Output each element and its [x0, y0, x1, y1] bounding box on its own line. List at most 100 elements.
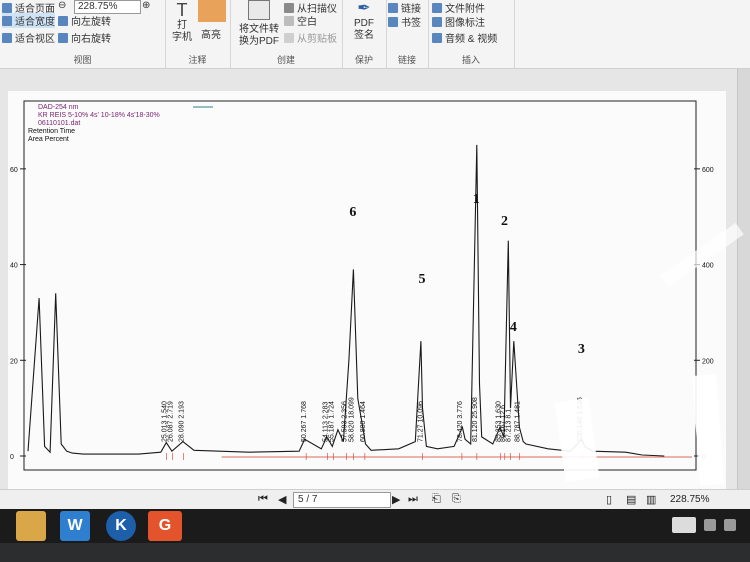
view-group-label: 视图 — [73, 55, 92, 65]
bookmark-icon — [388, 17, 398, 27]
peak-label-14: 87.213 8.1 — [506, 409, 513, 442]
handwritten-mark-0: 6 — [349, 205, 356, 220]
single-page-icon[interactable]: ▯ — [606, 493, 612, 506]
protect-group: ✒ PDF 签名 保护 — [342, 0, 387, 68]
blank-page-icon — [284, 16, 294, 26]
header-line-1: KR REIS 5-10% 4s' 10-18% 4s'18-30% — [38, 112, 160, 119]
peak-label-5: 55.187 1.724 — [328, 401, 335, 442]
fit-view-icon — [2, 33, 12, 43]
fit-width-button[interactable]: 适合宽度 — [2, 13, 55, 28]
peak-label-9: 71.27 10.096 — [417, 401, 424, 442]
peak-label-3: 50.267 1.768 — [301, 401, 308, 442]
handwritten-mark-5: 3 — [578, 342, 585, 357]
status-bar: ⏮ ◀ 5 / 7 ▶ ⏭ ⎗ ⎘ ▯ ▤ ▥ 228.75% — [0, 489, 750, 510]
ribbon-toolbar: 适合页面 适合宽度 适合视区 ⊖ 228.75% ⊕ 向左旋转 向右旋转 视图 … — [0, 0, 750, 69]
left-tick-label-3: 60 — [10, 167, 18, 174]
zoom-field[interactable]: 228.75% — [74, 0, 141, 14]
viewer-window: 适合页面 适合宽度 适合视区 ⊖ 228.75% ⊕ 向左旋转 向右旋转 视图 … — [0, 0, 750, 520]
word-app-icon[interactable]: W — [60, 511, 90, 541]
left-tick-label-1: 20 — [10, 358, 18, 365]
highlight-icon[interactable] — [198, 0, 226, 22]
links-group-label: 链接 — [397, 55, 416, 65]
scanner-icon — [284, 3, 294, 13]
from-clipboard-button[interactable]: 从剪贴板 — [284, 30, 337, 45]
vertical-scrollbar[interactable] — [737, 69, 750, 489]
continuous-page-icon[interactable]: ▤ — [626, 493, 636, 506]
convert-icon — [248, 0, 270, 20]
volume-icon[interactable] — [724, 519, 736, 531]
insert-group-label: 插入 — [461, 55, 480, 65]
next-page-icon[interactable]: ▶ — [392, 493, 400, 506]
link-button[interactable]: 链接 — [388, 0, 421, 15]
header-line-2: 06110101.dat — [38, 120, 80, 127]
keyboard-icon[interactable] — [672, 517, 696, 533]
next-view-icon[interactable]: ⎘ — [452, 493, 461, 506]
typewriter-icon: T — [176, 0, 188, 20]
taskbar: W K G — [0, 509, 750, 543]
convert-to-pdf-button[interactable]: 将文件转 换为PDF — [234, 0, 284, 48]
view-group: 适合页面 适合宽度 适合视区 ⊖ 228.75% ⊕ 向左旋转 向右旋转 视图 — [0, 0, 166, 68]
right-tick-label-3: 600 — [702, 167, 714, 174]
fit-view-button[interactable]: 适合视区 — [2, 30, 55, 45]
highlight-label: 高亮 — [201, 30, 221, 41]
peak-label-2: 28.090 2.193 — [178, 401, 185, 442]
network-icon[interactable] — [704, 519, 716, 531]
zoom-percent[interactable]: 228.75% — [670, 494, 709, 505]
rotate-right-icon — [58, 33, 68, 43]
signature-pen-icon: ✒ — [357, 0, 371, 17]
audio-video-button[interactable]: 音频 & 视频 — [432, 30, 497, 45]
last-page-icon[interactable]: ⏭ — [408, 493, 418, 506]
previous-page-icon[interactable]: ◀ — [278, 493, 286, 506]
rotate-left-icon — [58, 16, 68, 26]
header-line-3: Retention Time — [28, 128, 75, 135]
image-annotation-button[interactable]: 图像标注 — [432, 14, 485, 29]
k-app-icon[interactable]: K — [106, 511, 136, 541]
annotate-group-label: 注释 — [188, 55, 207, 65]
peak-label-11: 81.120 25.908 — [472, 397, 479, 442]
link-icon — [388, 3, 398, 13]
protect-group-label: 保护 — [354, 55, 373, 65]
page-icon — [2, 3, 12, 13]
create-group-label: 创建 — [276, 55, 295, 65]
handwritten-mark-2: 1 — [473, 192, 480, 207]
zoom-out-icon[interactable]: ⊖ — [58, 0, 66, 11]
create-group: 将文件转 换为PDF 从扫描仪 空白 从剪贴板 创建 — [230, 0, 343, 68]
pdf-page: DAD-254 nm KR REIS 5-10% 4s' 10-18% 4s'18… — [8, 91, 726, 501]
insert-group: 文件附件 图像标注 音频 & 视频 插入 — [428, 0, 515, 68]
file-attachment-button[interactable]: 文件附件 — [432, 0, 485, 15]
blank-page-button[interactable]: 空白 — [284, 13, 317, 28]
image-icon — [432, 17, 442, 27]
zoom-in-icon[interactable]: ⊕ — [142, 0, 150, 11]
header-line-4: Area Percent — [28, 136, 69, 143]
right-tick-label-1: 200 — [702, 358, 714, 365]
rotate-right-button[interactable]: 向右旋转 — [58, 30, 111, 45]
file-explorer-icon[interactable] — [16, 511, 46, 541]
peak-label-8: 60.880 1.464 — [360, 401, 367, 442]
paperclip-icon — [432, 3, 442, 13]
left-tick-label-0: 0 — [10, 454, 14, 461]
first-page-icon[interactable]: ⏮ — [258, 493, 268, 506]
handwritten-mark-1: 5 — [419, 272, 426, 287]
pdf-sign-button[interactable]: ✒ PDF 签名 — [346, 0, 382, 42]
width-icon — [2, 16, 12, 26]
peak-label-10: 78.420 3.776 — [457, 401, 464, 442]
peak-label-1: 26.087 2.719 — [167, 401, 174, 442]
rotate-left-button[interactable]: 向左旋转 — [58, 13, 111, 28]
peak-label-7: 58.820 18.099 — [348, 397, 355, 442]
previous-view-icon[interactable]: ⎗ — [432, 493, 441, 506]
film-icon — [432, 33, 442, 43]
chromatogram-chart: DAD-254 nmKR REIS 5-10% 4s' 10-18% 4s'18… — [10, 100, 714, 471]
handwritten-mark-4: 4 — [510, 320, 517, 335]
bookmark-button[interactable]: 书签 — [388, 14, 421, 29]
left-tick-label-2: 40 — [10, 263, 18, 270]
two-page-icon[interactable]: ▥ — [646, 493, 656, 506]
right-tick-label-2: 400 — [702, 263, 714, 270]
pdf-app-icon[interactable]: G — [148, 511, 182, 541]
links-group: 链接 书签 链接 — [386, 0, 429, 68]
page-number-field[interactable]: 5 / 7 — [293, 492, 391, 508]
clipboard-icon — [284, 33, 294, 43]
handwritten-mark-3: 2 — [501, 214, 508, 229]
document-area: DAD-254 nm KR REIS 5-10% 4s' 10-18% 4s'18… — [0, 69, 738, 501]
header-line-0: DAD-254 nm — [38, 104, 79, 111]
typewriter-button[interactable]: T 打 字机 — [169, 0, 195, 44]
